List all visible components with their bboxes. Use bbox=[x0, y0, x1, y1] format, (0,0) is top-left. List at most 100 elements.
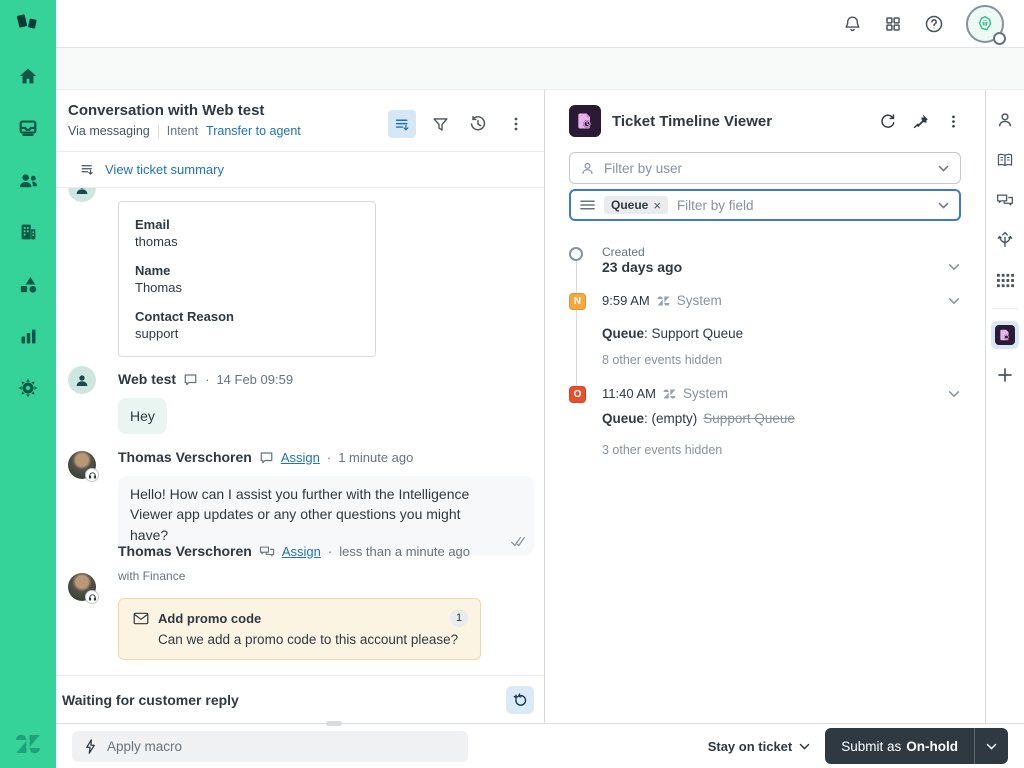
conversations-bubbles-icon[interactable] bbox=[991, 186, 1019, 214]
stay-on-ticket-button[interactable]: Stay on ticket bbox=[708, 739, 812, 754]
rail-divider bbox=[992, 308, 1018, 309]
submit-as-onhold-button[interactable]: Submit as On-hold bbox=[825, 728, 974, 764]
conversation-toolbar bbox=[388, 102, 530, 151]
customer-avatar bbox=[68, 188, 96, 202]
refresh-icon[interactable] bbox=[879, 113, 896, 130]
reply-count-badge: 1 bbox=[450, 609, 468, 627]
filter-by-user-input[interactable] bbox=[569, 152, 961, 184]
ticket-timeline-viewer-app-icon bbox=[569, 105, 601, 137]
chevron-down-icon[interactable] bbox=[947, 294, 961, 308]
chevron-down-icon[interactable] bbox=[947, 260, 961, 274]
status-indicator bbox=[993, 31, 1006, 45]
message-author: Thomas Verschoren bbox=[118, 449, 252, 465]
agent-avatar bbox=[68, 451, 99, 482]
event-change: Queue: (empty) Support Queue bbox=[602, 411, 795, 426]
messaging-channel-icon bbox=[259, 450, 274, 465]
side-conversation-card[interactable]: Add promo code 1 Can we add a promo code… bbox=[118, 598, 481, 660]
user-context-icon[interactable] bbox=[991, 106, 1019, 134]
help-icon[interactable] bbox=[924, 14, 944, 34]
remove-tag-icon[interactable]: × bbox=[653, 199, 661, 212]
chevron-down-icon[interactable] bbox=[947, 387, 961, 401]
ai-suggest-reply-button[interactable] bbox=[506, 685, 534, 714]
delivered-checkmarks-icon bbox=[510, 536, 526, 547]
agent-avatar bbox=[68, 573, 99, 604]
app-header: Ticket Timeline Viewer bbox=[569, 90, 961, 152]
zendesk-product-logo[interactable] bbox=[13, 8, 43, 38]
intent-label: Intent bbox=[166, 124, 199, 138]
assign-link[interactable]: Assign bbox=[281, 450, 320, 465]
side-conversation-context: with Finance bbox=[118, 569, 186, 583]
message-text: Hey bbox=[130, 408, 155, 424]
view-ticket-summary-row[interactable]: View ticket summary bbox=[56, 152, 544, 188]
pin-icon[interactable] bbox=[913, 113, 929, 129]
history-button[interactable] bbox=[464, 110, 492, 138]
timeline-connector bbox=[576, 261, 577, 395]
reporting-icon[interactable] bbox=[12, 320, 44, 352]
tag-label: Queue bbox=[611, 198, 649, 212]
filter-user-field[interactable] bbox=[604, 160, 928, 176]
person-icon bbox=[580, 161, 595, 176]
field-value: Thomas bbox=[135, 280, 182, 295]
app-options-kebab-icon[interactable] bbox=[946, 114, 961, 129]
objects-icon[interactable] bbox=[12, 268, 44, 300]
ticket-footer-bar: Apply macro Stay on ticket Submit as On-… bbox=[56, 721, 1024, 768]
summary-lines-icon bbox=[80, 162, 95, 177]
event-change: Queue: Support Queue bbox=[602, 326, 744, 341]
views-icon[interactable] bbox=[12, 112, 44, 144]
composer-drag-handle[interactable] bbox=[326, 721, 342, 726]
status-new-badge: N bbox=[569, 293, 586, 310]
created-node-icon bbox=[569, 247, 583, 261]
customer-avatar bbox=[68, 366, 96, 394]
home-icon[interactable] bbox=[12, 60, 44, 92]
separator-dot: · bbox=[205, 371, 210, 387]
conversation-options-kebab-icon[interactable] bbox=[502, 110, 530, 138]
notifications-bell-icon[interactable] bbox=[843, 14, 862, 33]
assign-link[interactable]: Assign bbox=[282, 544, 321, 559]
created-label: Created bbox=[602, 245, 645, 259]
knowledge-book-icon[interactable] bbox=[991, 146, 1019, 174]
macro-lightning-icon bbox=[84, 738, 97, 754]
message-header: Web test · 14 Feb 09:59 bbox=[118, 371, 293, 387]
headset-badge-icon bbox=[85, 590, 99, 604]
view-ticket-summary-link[interactable]: View ticket summary bbox=[105, 162, 224, 177]
apply-macro-input[interactable]: Apply macro bbox=[72, 730, 468, 762]
removed-value: Support Queue bbox=[703, 411, 795, 426]
queue-filter-tag[interactable]: Queue × bbox=[604, 196, 668, 214]
filter-by-field-input[interactable]: Queue × bbox=[569, 189, 961, 221]
hidden-events-note: 8 other events hidden bbox=[602, 353, 723, 367]
ticket-timeline-viewer-rail-icon[interactable] bbox=[991, 321, 1019, 349]
message-time: 1 minute ago bbox=[338, 449, 414, 465]
user-avatar[interactable] bbox=[966, 4, 1006, 45]
apps-grid-icon[interactable] bbox=[991, 266, 1019, 294]
macro-placeholder: Apply macro bbox=[107, 738, 183, 754]
summarize-button[interactable] bbox=[388, 110, 416, 138]
organizations-icon[interactable] bbox=[12, 216, 44, 248]
side-conversation-title: Add promo code bbox=[158, 610, 262, 626]
filter-field-field[interactable] bbox=[676, 197, 928, 213]
admin-icon[interactable] bbox=[12, 372, 44, 404]
filter-button[interactable] bbox=[426, 110, 454, 138]
routing-branch-icon[interactable] bbox=[991, 226, 1019, 254]
conversation-scroll-area[interactable]: Email thomas Name Thomas Contact Reason … bbox=[56, 188, 544, 675]
created-time: 23 days ago bbox=[602, 259, 683, 275]
submit-options-chevron[interactable] bbox=[974, 728, 1008, 764]
zendesk-logo bbox=[15, 732, 41, 756]
customers-icon[interactable] bbox=[12, 164, 44, 196]
intent-link[interactable]: Transfer to agent bbox=[206, 124, 301, 138]
event-time: 11:40 AM bbox=[602, 386, 656, 401]
chevron-down-icon[interactable] bbox=[937, 162, 950, 175]
hidden-events-note: 3 other events hidden bbox=[602, 443, 723, 457]
top-bar bbox=[56, 0, 1024, 48]
separator-dot: · bbox=[327, 543, 333, 559]
message-author: Thomas Verschoren bbox=[118, 543, 252, 559]
conversation-panel: Conversation with Web test Via messaging… bbox=[56, 90, 545, 723]
message-time: less than a minute ago bbox=[339, 543, 471, 559]
product-tray-grid-icon[interactable] bbox=[884, 15, 902, 33]
chevron-down-icon[interactable] bbox=[937, 199, 950, 212]
message-text: Hello! How can I assist you further with… bbox=[130, 486, 470, 543]
side-conversation-icon bbox=[259, 544, 275, 559]
add-app-plus-icon[interactable] bbox=[991, 361, 1019, 389]
submit-status: On-hold bbox=[906, 738, 958, 754]
headset-badge-icon bbox=[85, 468, 99, 482]
conversation-status-row: Waiting for customer reply bbox=[56, 675, 544, 723]
